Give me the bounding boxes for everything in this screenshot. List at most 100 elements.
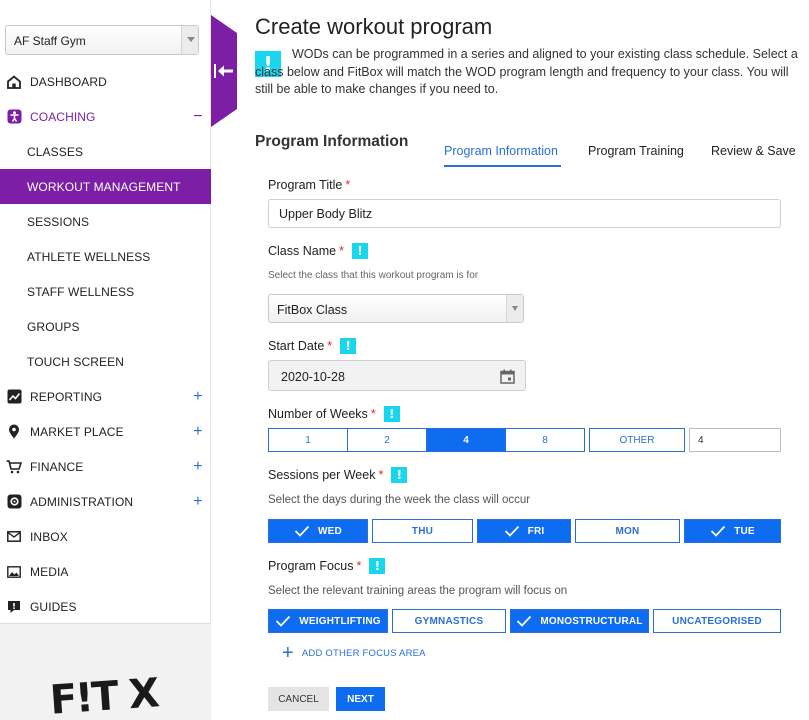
weeks-option-other[interactable]: OTHER bbox=[589, 428, 685, 452]
nav-touch-screen[interactable]: TOUCH SCREEN bbox=[0, 344, 211, 379]
nav-label: ADMINISTRATION bbox=[30, 494, 134, 509]
fitbox-logo: F!T X bbox=[48, 670, 160, 720]
map-pin-icon bbox=[6, 424, 22, 440]
focus-chip-weightlifting[interactable]: WEIGHTLIFTING bbox=[268, 609, 388, 633]
gym-select[interactable]: AF Staff Gym bbox=[5, 25, 199, 55]
required-marker: * bbox=[339, 244, 344, 258]
nav-administration[interactable]: ADMINISTRATION + bbox=[0, 484, 211, 519]
focus-help: Select the relevant training areas the p… bbox=[268, 585, 568, 597]
required-marker: * bbox=[370, 407, 376, 421]
nav-workout-management[interactable]: WORKOUT MANAGEMENT bbox=[0, 169, 211, 204]
calendar-icon[interactable] bbox=[500, 369, 515, 384]
nav-reporting[interactable]: REPORTING + bbox=[0, 379, 211, 414]
image-icon bbox=[6, 564, 22, 580]
weeks-option-2[interactable]: 2 bbox=[347, 428, 427, 452]
guide-icon bbox=[6, 599, 22, 615]
nav-staff-wellness[interactable]: STAFF WELLNESS bbox=[0, 274, 211, 309]
intro-text: WODs can be programmed in a series and a… bbox=[255, 47, 798, 96]
info-icon[interactable]: ! bbox=[391, 467, 408, 483]
check-icon bbox=[504, 525, 519, 537]
tab-review-save[interactable]: Review & Save bbox=[711, 144, 796, 158]
active-tab-indicator bbox=[444, 165, 561, 167]
required-marker: * bbox=[327, 339, 333, 353]
collapse-toggle[interactable]: − bbox=[188, 108, 208, 126]
check-icon bbox=[294, 525, 310, 537]
check-icon bbox=[276, 615, 291, 627]
check-icon bbox=[517, 615, 532, 627]
required-marker: * bbox=[378, 468, 384, 482]
nav-dashboard[interactable]: DASHBOARD bbox=[0, 64, 211, 99]
expand-toggle[interactable]: + bbox=[188, 388, 208, 406]
home-icon bbox=[6, 74, 22, 90]
nav-market-place[interactable]: MARKET PLACE + bbox=[0, 414, 211, 449]
nav-label: WORKOUT MANAGEMENT bbox=[27, 179, 181, 194]
focus-chip-monostructural[interactable]: MONOSTRUCTURAL bbox=[510, 609, 649, 633]
weeks-option-8[interactable]: 8 bbox=[505, 428, 585, 452]
focus-chip-gymnastics[interactable]: GYMNASTICS bbox=[392, 609, 506, 633]
sessions-label: Sessions per Week * ! bbox=[268, 467, 408, 483]
nav-label: GROUPS bbox=[27, 319, 80, 334]
nav-athlete-wellness[interactable]: ATHLETE WELLNESS bbox=[0, 239, 211, 274]
next-button[interactable]: NEXT bbox=[336, 687, 385, 711]
nav-media[interactable]: MEDIA bbox=[0, 554, 211, 589]
nav-label: FINANCE bbox=[30, 459, 84, 474]
day-chip-thu[interactable]: THU bbox=[372, 519, 473, 543]
sidebar-collapse-tab[interactable] bbox=[211, 15, 237, 127]
start-date-input[interactable]: 2020-10-28 bbox=[268, 360, 526, 391]
nav-groups[interactable]: GROUPS bbox=[0, 309, 211, 344]
focus-label: Program Focus * ! bbox=[268, 558, 386, 574]
info-icon[interactable]: ! bbox=[351, 243, 368, 259]
nav-label: ATHLETE WELLNESS bbox=[27, 249, 151, 264]
nav-label: SESSIONS bbox=[27, 214, 90, 229]
nav-label: MARKET PLACE bbox=[30, 424, 124, 439]
chevron-down-icon bbox=[506, 295, 523, 322]
gym-select-value: AF Staff Gym bbox=[14, 34, 86, 48]
expand-toggle[interactable]: + bbox=[188, 493, 208, 511]
nav-coaching[interactable]: COACHING − bbox=[0, 99, 211, 134]
nav-sessions[interactable]: SESSIONS bbox=[0, 204, 211, 239]
cancel-button[interactable]: CANCEL bbox=[268, 687, 329, 711]
nav-classes[interactable]: CLASSES bbox=[0, 134, 211, 169]
nav-label: REPORTING bbox=[30, 389, 103, 404]
start-date-label: Start Date * ! bbox=[268, 338, 357, 354]
program-title-label: Program Title * bbox=[268, 178, 351, 192]
day-chip-tue[interactable]: TUE bbox=[684, 519, 781, 543]
nav-label: GUIDES bbox=[30, 599, 77, 614]
cart-icon bbox=[6, 459, 22, 475]
day-chip-fri[interactable]: FRI bbox=[477, 519, 571, 543]
mail-icon bbox=[6, 529, 22, 545]
tab-program-information[interactable]: Program Information bbox=[444, 144, 558, 158]
class-name-help: Select the class that this workout progr… bbox=[268, 270, 479, 281]
sidebar: AF Staff Gym DASHBOARD COACHING − CLASSE… bbox=[0, 0, 211, 720]
info-icon[interactable]: ! bbox=[369, 558, 386, 574]
program-title-input[interactable]: Upper Body Blitz bbox=[268, 199, 781, 228]
info-icon[interactable]: ! bbox=[340, 338, 357, 354]
weeks-option-1[interactable]: 1 bbox=[268, 428, 348, 452]
nav-guides[interactable]: GUIDES bbox=[0, 589, 211, 624]
day-chip-wed[interactable]: WED bbox=[268, 519, 368, 543]
info-icon[interactable]: ! bbox=[383, 406, 400, 422]
weeks-custom-input[interactable]: 4 bbox=[689, 428, 781, 452]
check-icon bbox=[711, 525, 726, 537]
chart-line-icon bbox=[6, 389, 22, 405]
class-name-label: Class Name * ! bbox=[268, 243, 368, 259]
class-select-value: FitBox Class bbox=[277, 303, 348, 317]
expand-toggle[interactable]: + bbox=[188, 423, 208, 441]
nav-label: COACHING bbox=[30, 109, 96, 124]
required-marker: * bbox=[356, 559, 362, 573]
nav-label: DASHBOARD bbox=[30, 74, 107, 89]
tab-program-training[interactable]: Program Training bbox=[588, 144, 684, 158]
focus-chip-uncategorised[interactable]: UNCATEGORISED bbox=[653, 609, 781, 633]
nav-label: MEDIA bbox=[30, 564, 69, 579]
weeks-option-4[interactable]: 4 bbox=[426, 428, 506, 452]
expand-toggle[interactable]: + bbox=[188, 458, 208, 476]
nav-label: STAFF WELLNESS bbox=[27, 284, 135, 299]
chevron-down-icon bbox=[181, 26, 198, 54]
class-name-select[interactable]: FitBox Class bbox=[268, 294, 524, 323]
day-chip-mon[interactable]: MON bbox=[575, 519, 680, 543]
gear-icon bbox=[6, 494, 22, 510]
nav-inbox[interactable]: INBOX bbox=[0, 519, 211, 554]
nav-finance[interactable]: FINANCE + bbox=[0, 449, 211, 484]
add-focus-area-button[interactable]: + ADD OTHER FOCUS AREA bbox=[282, 643, 426, 663]
nav-label: INBOX bbox=[30, 529, 68, 544]
